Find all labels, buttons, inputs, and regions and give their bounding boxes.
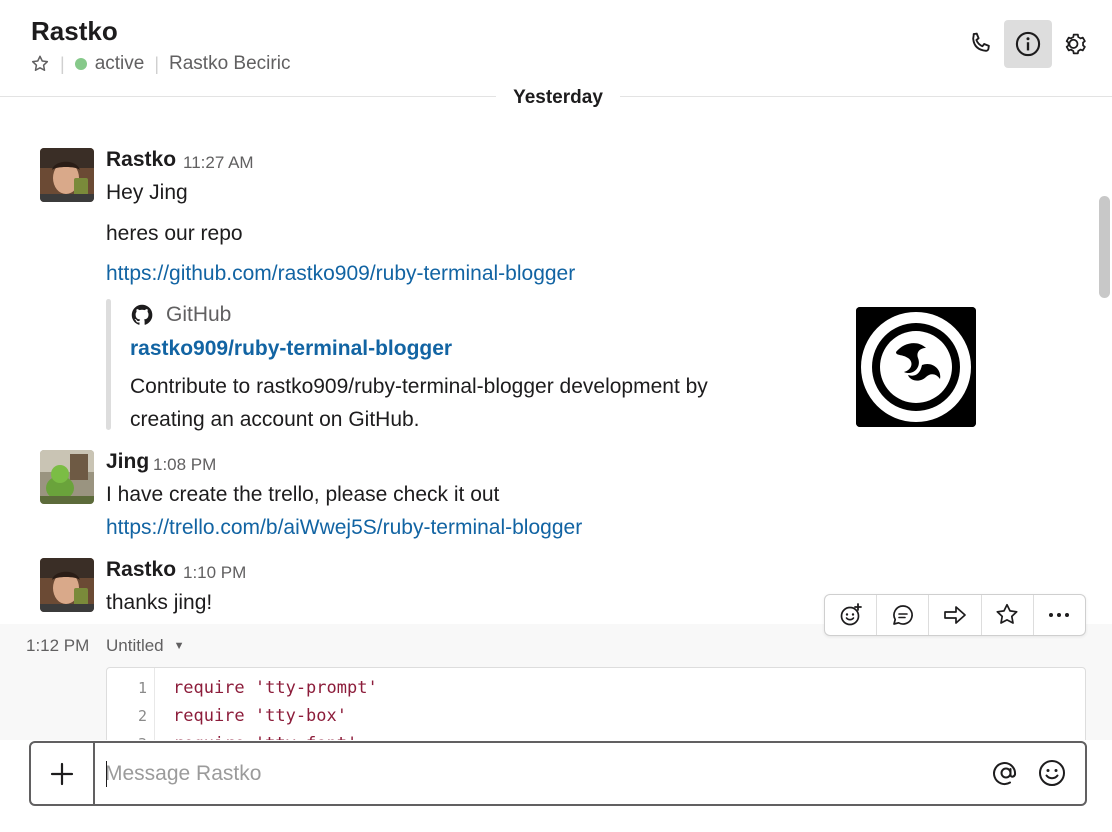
message-actions-toolbar	[824, 594, 1086, 636]
unfurl-service-name: GitHub	[166, 303, 232, 326]
code-text: require 'tty-box'	[173, 706, 347, 726]
text-cursor	[106, 761, 107, 787]
day-divider-label: Yesterday	[496, 84, 620, 112]
message-timestamp[interactable]: 1:08 PM	[153, 455, 216, 475]
message-text: I have create the trello, please check i…	[106, 483, 500, 506]
code-line: 1 require 'tty-prompt'	[107, 674, 1085, 702]
mention-icon[interactable]	[991, 758, 1021, 788]
presence-dot-icon	[74, 58, 87, 70]
message-composer	[29, 741, 1087, 806]
avatar[interactable]	[40, 558, 94, 612]
separator: |	[154, 53, 160, 74]
channel-header: Rastko | active | Rastko Beciric	[0, 0, 1112, 92]
save-message-button[interactable]	[982, 595, 1034, 635]
code-text: require 'tty-prompt'	[173, 678, 378, 698]
avatar[interactable]	[40, 450, 94, 504]
emoji-icon[interactable]	[1037, 758, 1067, 788]
sender-name[interactable]: Jing	[106, 450, 149, 474]
call-button[interactable]	[956, 20, 1004, 68]
sender-name[interactable]: Rastko	[106, 558, 176, 582]
details-button[interactable]	[1004, 20, 1052, 68]
snippet-name[interactable]: Untitled ▼	[106, 636, 185, 656]
add-reaction-icon	[840, 603, 862, 626]
unfurl-service: GitHub	[130, 303, 231, 327]
github-icon	[131, 304, 153, 325]
sender-name[interactable]: Rastko	[106, 148, 176, 172]
code-snippet[interactable]: 1 require 'tty-prompt' 2 require 'tty-bo…	[106, 667, 1086, 747]
gear-icon	[1065, 33, 1086, 55]
message-text: Hey Jing	[106, 181, 188, 204]
full-name[interactable]: Rastko Beciric	[169, 53, 290, 75]
code-line: 2 require 'tty-box'	[107, 702, 1085, 730]
message-text: heres our repo	[106, 222, 243, 245]
line-number: 2	[137, 707, 147, 725]
star-icon[interactable]	[30, 54, 50, 74]
message-timestamp[interactable]: 1:10 PM	[183, 563, 246, 583]
phone-icon	[972, 32, 990, 52]
unfurl-title-link[interactable]: rastko909/ruby-terminal-blogger	[130, 337, 452, 361]
avatar[interactable]	[40, 148, 94, 202]
more-icon	[1049, 613, 1070, 617]
plus-icon	[50, 762, 74, 785]
message-link[interactable]: https://github.com/rastko909/ruby-termin…	[106, 262, 575, 286]
message-text: thanks jing!	[106, 591, 213, 614]
share-message-button[interactable]	[929, 595, 982, 635]
reply-in-thread-button[interactable]	[877, 595, 930, 635]
attach-button[interactable]	[31, 743, 95, 804]
snippet-title[interactable]: Untitled	[106, 636, 164, 656]
line-number: 1	[137, 679, 147, 697]
separator: |	[60, 53, 65, 74]
header-actions	[956, 20, 1100, 68]
unfurl-description: Contribute to rastko909/ruby-terminal-bl…	[130, 375, 708, 431]
info-icon	[1015, 31, 1041, 57]
unfurl-border	[106, 299, 111, 430]
channel-title[interactable]: Rastko	[31, 16, 118, 47]
add-reaction-button[interactable]	[825, 595, 878, 635]
message-link[interactable]: https://trello.com/b/aiWwej5S/ruby-termi…	[106, 516, 582, 540]
more-actions-button[interactable]	[1034, 595, 1085, 635]
thread-icon	[892, 605, 913, 625]
unfurl-thumbnail[interactable]	[856, 307, 976, 427]
message-input[interactable]	[105, 757, 965, 791]
settings-button[interactable]	[1052, 20, 1100, 68]
chevron-down-icon[interactable]: ▼	[174, 640, 185, 652]
message-timestamp[interactable]: 1:12 PM	[26, 636, 89, 656]
presence-status: active	[94, 53, 145, 74]
share-icon	[944, 606, 966, 624]
channel-meta: | active | Rastko Beciric	[30, 53, 290, 75]
message-timestamp[interactable]: 11:27 AM	[183, 153, 254, 173]
star-icon	[996, 603, 1018, 624]
scrollbar-thumb[interactable]	[1099, 196, 1110, 298]
